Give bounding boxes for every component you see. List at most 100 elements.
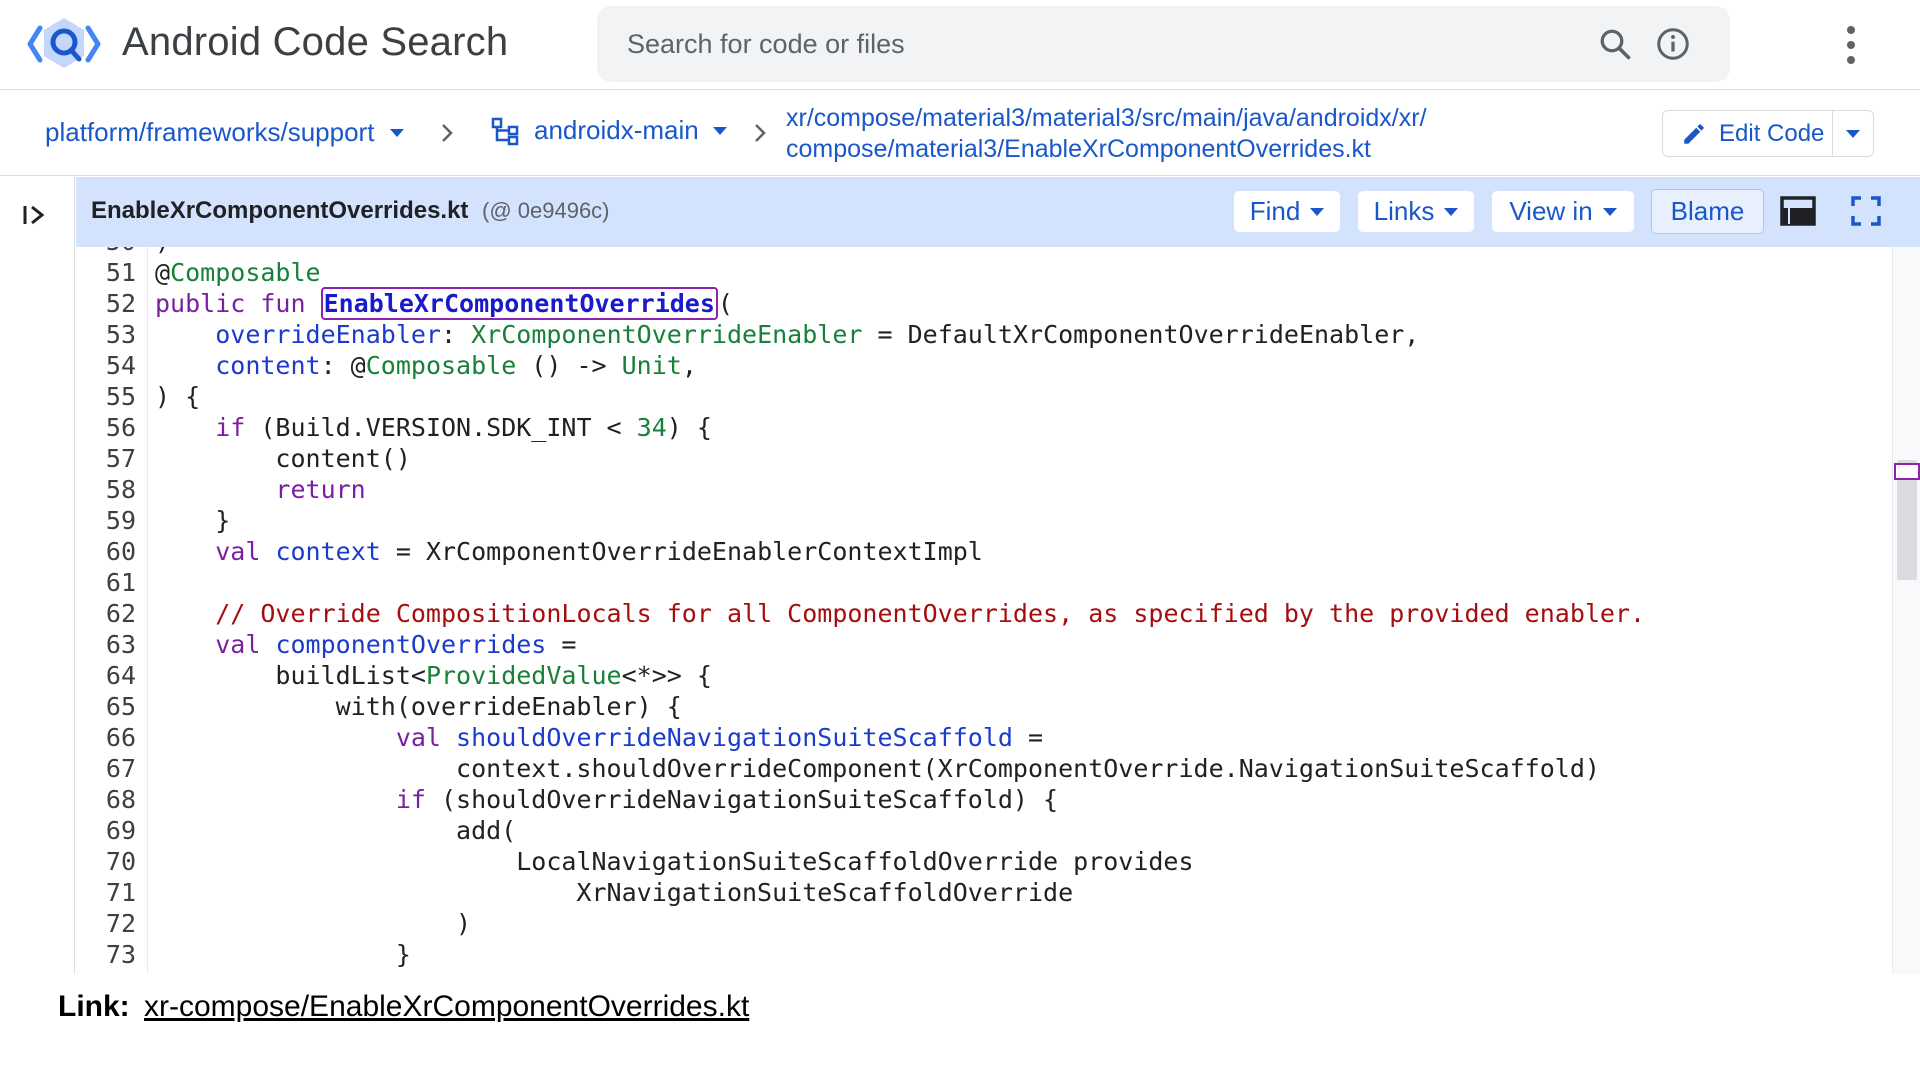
line-number[interactable]: 52 [76,288,136,319]
line-number[interactable]: 67 [76,753,136,784]
code-viewer[interactable]: 50)51@Composable52public fun EnableXrCom… [76,247,1892,974]
expand-panel-icon[interactable] [21,201,49,229]
line-number[interactable]: 64 [76,660,136,691]
code-text: } [136,505,230,536]
code-token: content() [155,444,411,473]
blame-button[interactable]: Blame [1651,189,1764,234]
line-number[interactable]: 63 [76,629,136,660]
line-number[interactable]: 55 [76,381,136,412]
line-number[interactable]: 61 [76,567,136,598]
edit-code-button[interactable]: Edit Code [1662,110,1874,157]
edit-code-dropdown[interactable] [1833,129,1873,138]
top-bar: Android Code Search [0,0,1920,90]
code-token: Composable [170,258,321,287]
branch-label: androidx-main [534,115,699,145]
search-box[interactable] [597,6,1730,82]
line-number[interactable]: 57 [76,443,136,474]
code-text: @Composable [136,257,321,288]
code-line: 54 content: @Composable () -> Unit, [76,350,1876,381]
links-button[interactable]: Links [1358,191,1474,232]
code-text: ) [136,247,170,257]
footer-link[interactable]: xr-compose/EnableXrComponentOverrides.kt [144,990,749,1023]
line-number[interactable]: 60 [76,536,136,567]
line-number[interactable]: 59 [76,505,136,536]
line-number[interactable]: 73 [76,939,136,970]
code-token: Unit [621,351,682,380]
code-line: 67 context.shouldOverrideComponent(XrCom… [76,753,1876,784]
more-vert-icon[interactable] [1836,22,1866,68]
line-number[interactable]: 54 [76,350,136,381]
app-title[interactable]: Android Code Search [122,20,508,65]
code-line: 56 if (Build.VERSION.SDK_INT < 34) { [76,412,1876,443]
code-token: (Build.VERSION.SDK_INT < [245,413,637,442]
code-token: ) { [666,413,712,442]
path-line-1[interactable]: xr/compose/material3/material3/src/main/… [786,103,1427,134]
code-token: // Override CompositionLocals for all Co… [215,599,1646,628]
code-token: ( [717,289,733,318]
line-number[interactable]: 56 [76,412,136,443]
code-search-logo-icon[interactable] [26,14,102,74]
code-line: 69 add( [76,815,1876,846]
line-number[interactable]: 72 [76,908,136,939]
highlighted-symbol[interactable]: EnableXrComponentOverrides [320,287,718,320]
code-token: return [275,475,366,504]
code-token: : @ [320,351,366,380]
chevron-down-icon [1444,207,1459,216]
file-path-breadcrumb[interactable]: xr/compose/material3/material3/src/main/… [786,103,1427,165]
path-line-2[interactable]: compose/material3/EnableXrComponentOverr… [786,134,1427,165]
code-line: 53 overrideEnabler: XrComponentOverrideE… [76,319,1876,350]
footer-link-row: Link: xr-compose/EnableXrComponentOverri… [58,990,749,1024]
search-match-marker[interactable] [1894,463,1920,480]
code-token: val [395,723,441,752]
code-token[interactable]: overrideEnabler [215,320,441,349]
view-in-button[interactable]: View in [1492,191,1634,232]
vertical-scrollbar[interactable] [1892,247,1920,974]
code-token: = [1012,723,1044,752]
fullscreen-icon[interactable] [1850,195,1882,227]
line-number[interactable]: 62 [76,598,136,629]
line-number[interactable]: 68 [76,784,136,815]
info-icon[interactable] [1655,26,1691,62]
line-number[interactable]: 69 [76,815,136,846]
code-token[interactable]: shouldOverrideNavigationSuiteScaffold [456,723,1013,752]
chevron-right-icon [755,124,766,142]
find-button[interactable]: Find [1234,191,1340,232]
line-number[interactable]: 50 [76,247,136,257]
chevron-down-icon [712,126,727,135]
edit-code-main[interactable]: Edit Code [1663,111,1833,156]
code-token: () -> [516,351,622,380]
search-icon[interactable] [1597,26,1633,62]
find-label: Find [1249,196,1301,226]
code-token[interactable]: context [275,537,380,566]
line-number[interactable]: 51 [76,257,136,288]
line-number[interactable]: 66 [76,722,136,753]
code-line: 62 // Override CompositionLocals for all… [76,598,1876,629]
code-token: = XrComponentOverrideEnablerContextImpl [380,537,983,566]
layout-icon[interactable] [1780,196,1816,226]
code-lines: 50)51@Composable52public fun EnableXrCom… [76,247,1876,970]
repo-selector[interactable]: platform/frameworks/support [45,117,405,148]
search-input[interactable] [627,24,1527,64]
line-number[interactable]: 65 [76,691,136,722]
code-token[interactable]: content [215,351,320,380]
links-label: Links [1373,196,1435,226]
code-line: 73 } [76,939,1876,970]
chevron-down-icon [390,128,405,137]
code-text: ) [136,908,471,939]
code-token[interactable]: componentOverrides [275,630,546,659]
code-line: 61 [76,567,1876,598]
code-line: 57 content() [76,443,1876,474]
code-token: LocalNavigationSuiteScaffoldOverride pro… [155,847,1194,876]
line-number[interactable]: 70 [76,846,136,877]
branch-selector[interactable]: androidx-main [490,115,727,146]
file-revision[interactable]: (@ 0e9496c) [482,198,610,224]
code-token: XrComponentOverrideEnabler [471,320,863,349]
line-number[interactable]: 58 [76,474,136,505]
line-number[interactable]: 53 [76,319,136,350]
line-number[interactable]: 71 [76,877,136,908]
code-text: return [136,474,366,505]
code-line: 55) { [76,381,1876,412]
code-text: LocalNavigationSuiteScaffoldOverride pro… [136,846,1194,877]
code-token: = DefaultXrComponentOverrideEnabler, [862,320,1420,349]
